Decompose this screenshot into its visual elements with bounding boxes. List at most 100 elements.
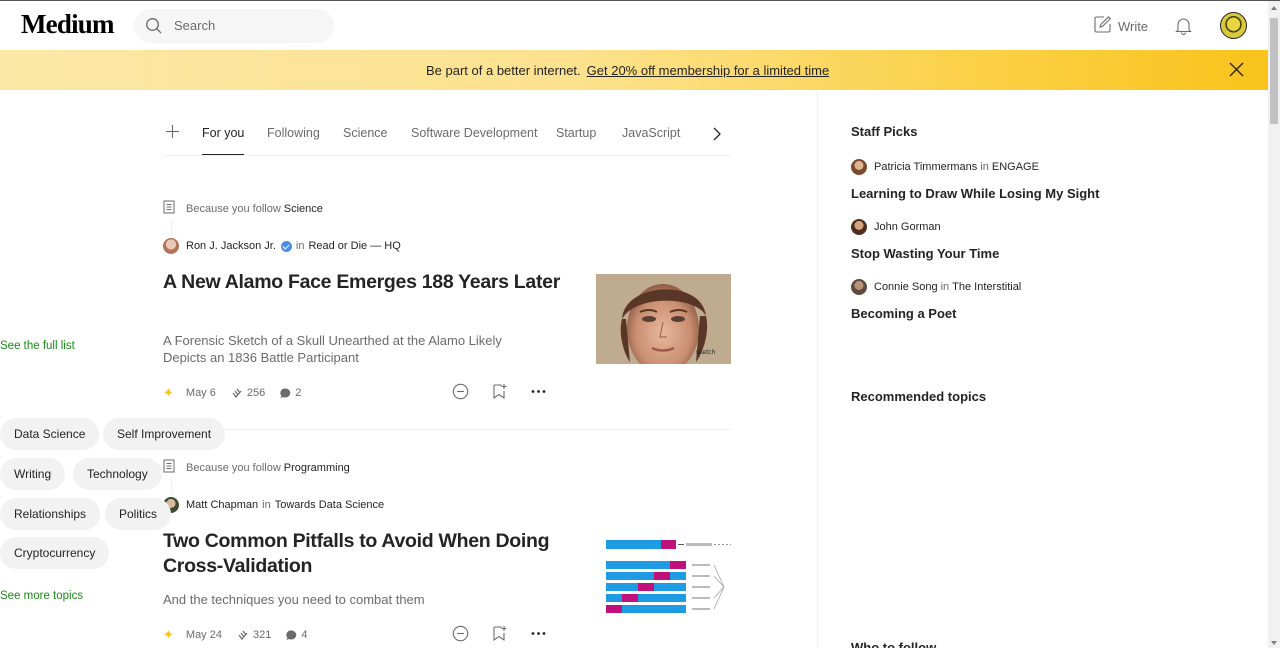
- show-less-icon[interactable]: [452, 625, 469, 647]
- tab-for-you[interactable]: For you: [202, 126, 245, 155]
- recommended-topics-heading: Recommended topics: [851, 389, 987, 404]
- svg-text:sketch: sketch: [696, 349, 716, 356]
- staff-picks-heading: Staff Picks: [851, 124, 918, 139]
- publish-date: May 6: [185, 387, 216, 399]
- verified-badge-icon: [280, 240, 292, 252]
- topic-chip[interactable]: Self Improvement: [103, 418, 226, 450]
- medium-logo[interactable]: Medium: [21, 9, 115, 40]
- more-options-icon[interactable]: [530, 625, 547, 647]
- article-subtitle[interactable]: And the techniques you need to combat th…: [163, 591, 533, 608]
- publication-name[interactable]: Towards Data Science: [275, 499, 384, 511]
- show-less-icon[interactable]: [452, 383, 469, 405]
- author-avatar[interactable]: [851, 219, 867, 235]
- sidebar-divider: [817, 90, 818, 648]
- topic-chip[interactable]: Writing: [0, 458, 66, 490]
- more-options-icon[interactable]: [530, 383, 547, 405]
- author-name[interactable]: John Gorman: [874, 221, 941, 233]
- article-thumbnail[interactable]: [596, 535, 731, 625]
- pick-author: Patricia Timmermans in ENGAGE: [851, 159, 1039, 175]
- tab-startup[interactable]: Startup: [556, 126, 596, 140]
- in-label: in: [980, 161, 989, 173]
- pick-title[interactable]: Becoming a Poet: [851, 306, 956, 321]
- pick-author: Connie Song in The Interstitial: [851, 279, 1021, 295]
- in-label: in: [940, 281, 950, 293]
- bookmark-add-icon[interactable]: [491, 383, 508, 405]
- membership-offer-link[interactable]: Get 20% off membership for a limited tim…: [587, 63, 830, 78]
- top-navbar: Medium Search Write: [0, 1, 1268, 50]
- responses-value: 2: [295, 387, 302, 399]
- close-icon[interactable]: [1229, 62, 1244, 82]
- clap-icon: [232, 388, 242, 398]
- article-thumbnail[interactable]: sketch: [596, 274, 731, 374]
- pick-author: John Gorman: [851, 219, 941, 235]
- topic-chip[interactable]: Technology: [73, 458, 162, 490]
- reason-topic[interactable]: Programming: [284, 462, 350, 474]
- search-icon: [145, 17, 163, 40]
- banner-message: Be part of a better internet.: [426, 63, 581, 78]
- article-subtitle[interactable]: A Forensic Sketch of a Skull Unearthed a…: [163, 332, 533, 366]
- member-star-icon: ✦: [163, 385, 174, 400]
- scrollbar-thumb[interactable]: [1270, 18, 1278, 124]
- author-avatar[interactable]: [851, 279, 867, 295]
- topic-chip[interactable]: Politics: [105, 498, 172, 530]
- topic-chip[interactable]: Cryptocurrency: [0, 537, 110, 569]
- bookmark-add-icon[interactable]: [491, 625, 508, 647]
- scroll-up-arrow-icon[interactable]: [1271, 6, 1277, 10]
- who-to-follow-heading: Who to follow: [851, 640, 937, 648]
- notifications-bell-icon[interactable]: [1174, 16, 1193, 40]
- topic-chip[interactable]: Data Science: [0, 418, 100, 450]
- author-avatar[interactable]: [163, 238, 179, 254]
- article-actions: [452, 625, 547, 647]
- publish-date: May 24: [185, 629, 222, 641]
- article-byline: Ron J. Jackson Jr. in Read or Die — HQ: [163, 238, 401, 254]
- author-name[interactable]: Ron J. Jackson Jr.: [186, 240, 276, 252]
- page-scrollbar[interactable]: [1268, 1, 1280, 648]
- tab-javascript[interactable]: JavaScript: [622, 126, 680, 140]
- reason-prefix: Because you follow: [186, 202, 281, 215]
- topic-chip[interactable]: Relationships: [0, 498, 101, 530]
- claps-value: 256: [246, 387, 266, 399]
- write-button[interactable]: Write: [1093, 15, 1148, 37]
- claps-value: 321: [252, 629, 272, 641]
- banner-text: Be part of a better internet. Get 20% off…: [426, 63, 829, 78]
- article-actions: [452, 383, 547, 405]
- publication-name[interactable]: The Interstitial: [952, 281, 1021, 293]
- author-name[interactable]: Patricia Timmermans: [874, 161, 977, 173]
- claps-count[interactable]: 321: [236, 628, 271, 642]
- responses-count[interactable]: 2: [279, 387, 301, 400]
- publication-name[interactable]: ENGAGE: [992, 161, 1039, 173]
- tab-software-development[interactable]: Software Development: [411, 126, 537, 140]
- topic-chips: Data Science Self Improvement Writing Te…: [0, 418, 260, 570]
- member-star-icon: ✦: [163, 627, 174, 642]
- see-full-list-link[interactable]: See the full list: [0, 340, 75, 352]
- tab-following[interactable]: Following: [267, 126, 320, 140]
- scroll-down-arrow-icon[interactable]: [1271, 641, 1277, 645]
- pick-title[interactable]: Stop Wasting Your Time: [851, 246, 999, 261]
- comment-icon: [280, 387, 291, 398]
- see-more-topics-link[interactable]: See more topics: [0, 590, 83, 602]
- reason-connector: [171, 220, 172, 234]
- article-meta: ✦ May 24 321 4: [163, 627, 307, 643]
- chevron-right-icon[interactable]: [712, 127, 722, 146]
- author-avatar[interactable]: [851, 159, 867, 175]
- membership-banner: Be part of a better internet. Get 20% off…: [0, 50, 1268, 90]
- pick-title[interactable]: Learning to Draw While Losing My Sight: [851, 186, 1099, 201]
- publication-name[interactable]: Read or Die — HQ: [308, 240, 400, 252]
- search-input[interactable]: Search: [174, 18, 215, 33]
- author-name[interactable]: Connie Song: [874, 281, 938, 293]
- tab-science[interactable]: Science: [343, 126, 387, 140]
- article-card[interactable]: Because you follow Science Ron J. Jackson…: [163, 200, 731, 410]
- add-topic-plus-icon[interactable]: [165, 124, 180, 144]
- claps-count[interactable]: 256: [230, 386, 265, 400]
- in-label: in: [295, 240, 305, 252]
- in-label: in: [262, 499, 271, 511]
- write-label: Write: [1118, 18, 1149, 34]
- document-icon: [163, 200, 175, 217]
- article-title[interactable]: A New Alamo Face Emerges 188 Years Later: [163, 270, 563, 295]
- comment-icon: [286, 629, 297, 640]
- user-avatar[interactable]: [1220, 12, 1247, 39]
- reason-topic[interactable]: Science: [284, 203, 323, 215]
- search-box[interactable]: Search: [134, 9, 334, 43]
- responses-count[interactable]: 4: [285, 629, 307, 642]
- article-reason: Because you follow Science: [163, 200, 323, 217]
